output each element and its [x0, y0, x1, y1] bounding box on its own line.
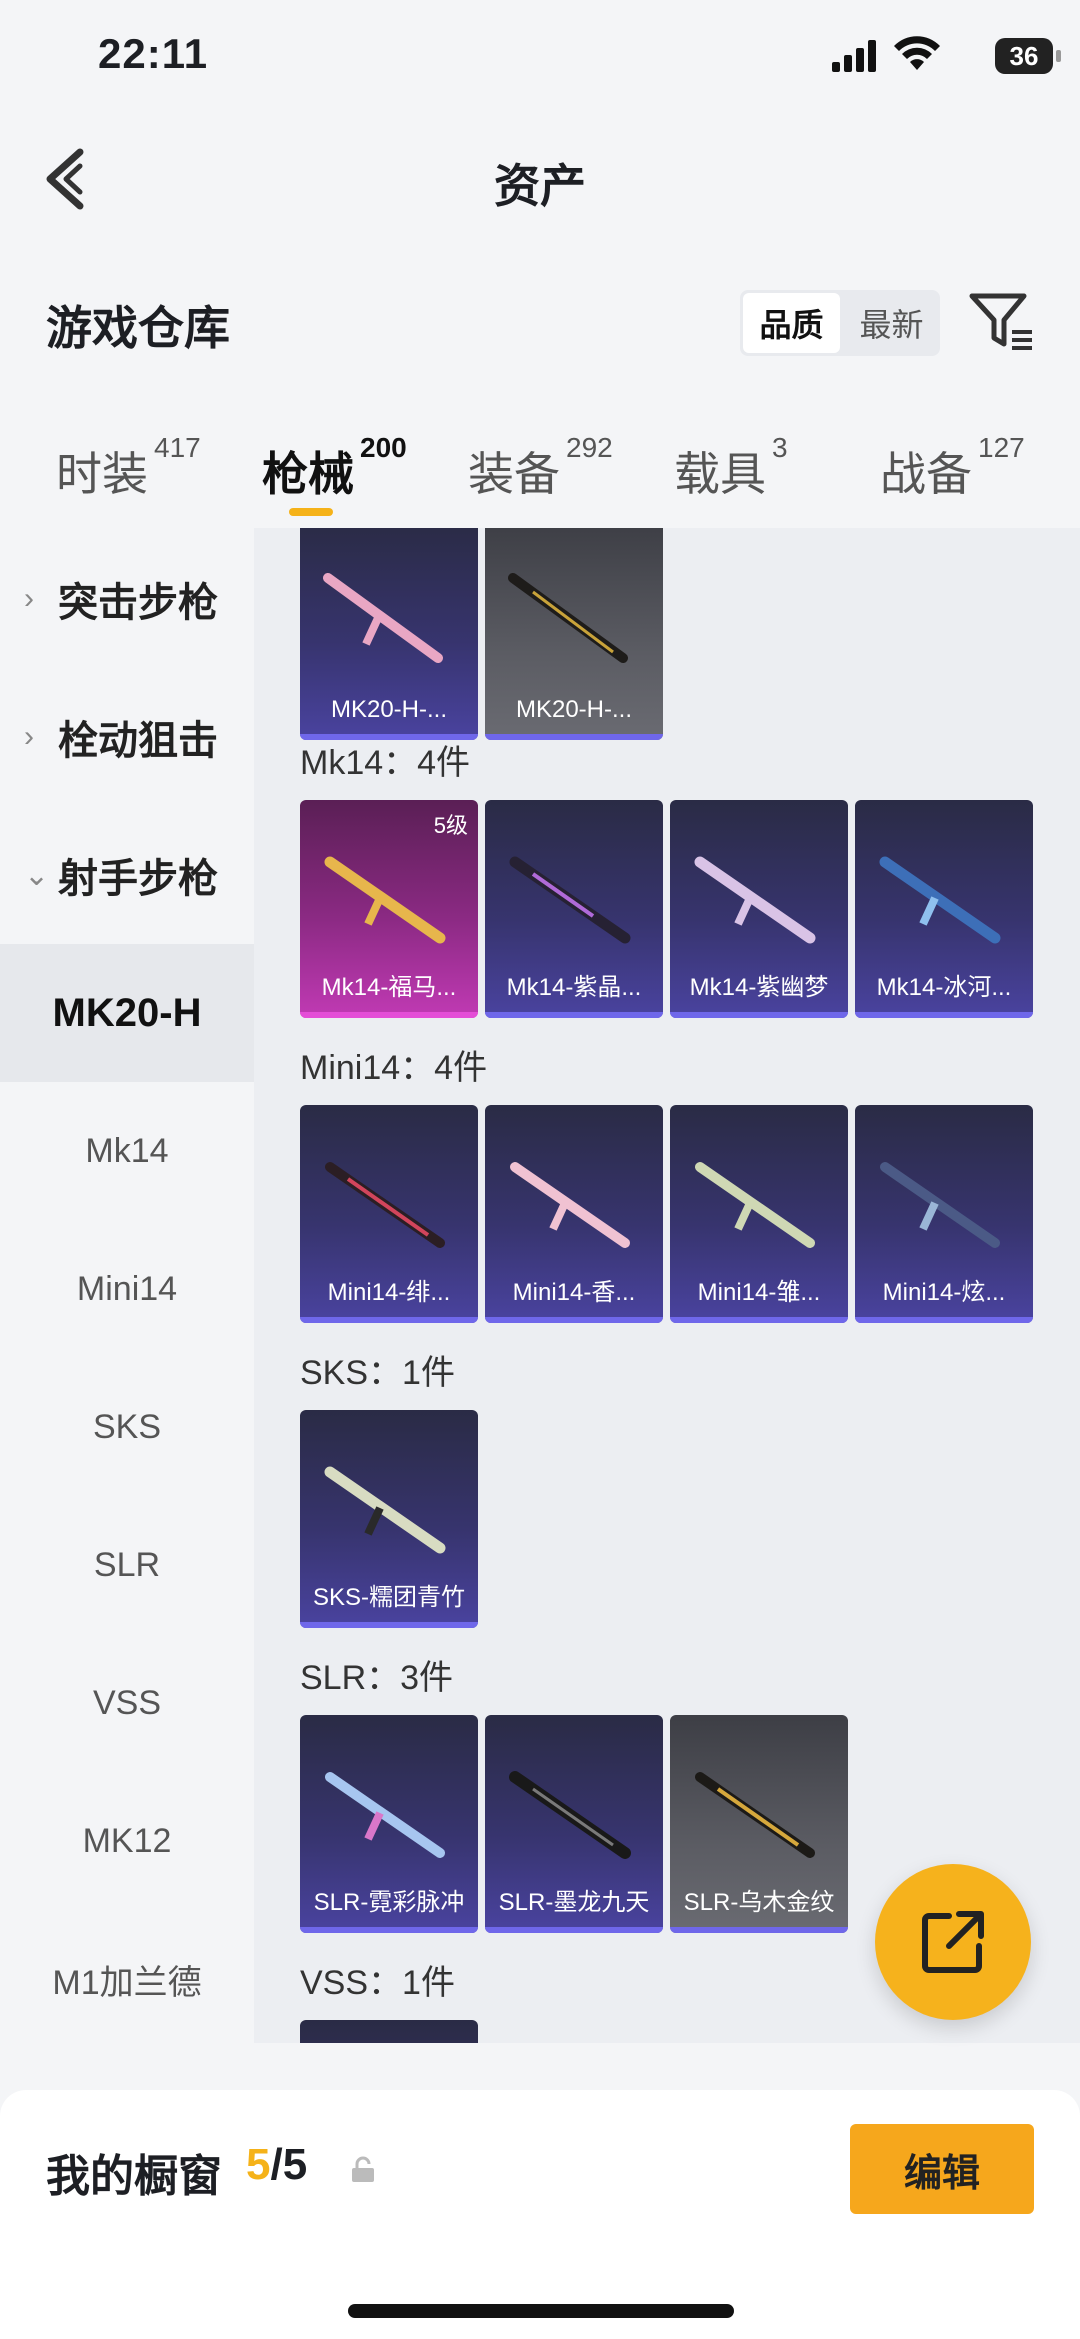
- chevron-right-icon: ›: [24, 720, 34, 753]
- group-label-slr: SLR：3件: [300, 1659, 454, 1697]
- showcase-count: 5/5: [246, 2140, 308, 2189]
- chevron-right-icon: ›: [24, 582, 34, 615]
- sort-quality-button[interactable]: 品质: [743, 293, 840, 353]
- tab-vehicles[interactable]: 载具3: [674, 432, 788, 504]
- weapon-card[interactable]: SLR-霓彩脉冲: [300, 1715, 478, 1933]
- weapon-card[interactable]: Mk14-紫幽梦: [670, 800, 848, 1018]
- weapon-card[interactable]: MK20-H-...: [300, 528, 478, 740]
- sort-segmented-control: 品质 最新: [740, 290, 940, 356]
- showcase-bar: 我的橱窗 5/5 编辑: [0, 2090, 1080, 2339]
- wifi-icon: [894, 36, 940, 70]
- rifle-icon: [323, 573, 443, 663]
- group-label-vss: VSS：1件: [300, 1964, 455, 2002]
- weapon-card[interactable]: Mk14-紫晶...: [485, 800, 663, 1018]
- battery-icon: 36: [995, 38, 1061, 74]
- share-fab-button[interactable]: [875, 1864, 1031, 2020]
- weapon-card[interactable]: [300, 2020, 478, 2043]
- home-indicator: [348, 2304, 734, 2318]
- sidebar-category-dmr[interactable]: ⌄ 射手步枪: [0, 830, 254, 920]
- active-tab-indicator: [289, 508, 333, 516]
- weapon-card[interactable]: Mini14-绯...: [300, 1105, 478, 1323]
- status-time: 22:11: [98, 30, 209, 77]
- chevron-down-icon: ⌄: [24, 858, 50, 892]
- cellular-signal-icon: [832, 40, 876, 72]
- rifle-icon: [325, 1162, 445, 1248]
- tab-tactical[interactable]: 战备127: [880, 432, 1025, 504]
- group-label-sks: SKS：1件: [300, 1354, 455, 1392]
- lock-icon: [352, 2156, 374, 2182]
- filter-icon[interactable]: [968, 290, 1034, 354]
- rifle-icon: [509, 856, 631, 944]
- sidebar-item-mk12[interactable]: MK12: [0, 1772, 254, 1910]
- weapon-card[interactable]: Mini14-炫...: [855, 1105, 1033, 1323]
- weapon-grid: MK20-H-... MK20-H-... Mk14：4件 5级 Mk14-福马…: [254, 528, 1080, 2043]
- rifle-icon: [510, 1162, 630, 1248]
- weapon-card[interactable]: Mini14-雏...: [670, 1105, 848, 1323]
- sidebar-item-sks[interactable]: SKS: [0, 1358, 254, 1496]
- edit-button[interactable]: 编辑: [850, 2124, 1034, 2214]
- group-label-mk14: Mk14：4件: [300, 744, 471, 782]
- weapon-card[interactable]: 5级 Mk14-福马...: [300, 800, 478, 1018]
- rifle-icon: [695, 1162, 815, 1248]
- rifle-icon: [879, 856, 1001, 944]
- rifle-icon: [325, 1772, 445, 1858]
- sidebar-item-mk20h[interactable]: MK20-H: [0, 944, 254, 1082]
- rifle-icon: [324, 1466, 446, 1554]
- rifle-icon: [694, 856, 816, 944]
- group-label-mini14: Mini14：4件: [300, 1049, 488, 1087]
- sidebar-item-mk14[interactable]: Mk14: [0, 1082, 254, 1220]
- rifle-icon: [880, 1162, 1000, 1248]
- sidebar-item-vss[interactable]: VSS: [0, 1634, 254, 1772]
- sidebar-category-bolt-sniper[interactable]: › 栓动狙击: [0, 692, 254, 782]
- section-title: 游戏仓库: [46, 302, 230, 354]
- weapon-card[interactable]: SLR-乌木金纹: [670, 1715, 848, 1933]
- sort-latest-button[interactable]: 最新: [843, 290, 940, 356]
- weapon-card[interactable]: Mini14-香...: [485, 1105, 663, 1323]
- sidebar-item-mini14[interactable]: Mini14: [0, 1220, 254, 1358]
- weapon-card[interactable]: SLR-墨龙九天: [485, 1715, 663, 1933]
- tab-fashion[interactable]: 时装417: [56, 432, 201, 504]
- weapon-sidebar: › 突击步枪 › 栓动狙击 ⌄ 射手步枪 MK20-H Mk14 Mini14 …: [0, 528, 254, 2048]
- rifle-icon: [324, 856, 446, 944]
- weapon-card[interactable]: Mk14-冰河...: [855, 800, 1033, 1018]
- share-external-icon: [922, 1911, 984, 1973]
- rifle-icon: [695, 1772, 815, 1858]
- status-bar: 22:11 36: [0, 0, 1080, 120]
- page-title: 资产: [494, 160, 586, 212]
- rifle-icon: [508, 573, 628, 663]
- showcase-label: 我的橱窗: [46, 2152, 222, 2201]
- rifle-icon: [509, 1771, 631, 1859]
- category-tabs: 时装417 枪械200 装备292 载具3 战备127: [0, 428, 1080, 528]
- sidebar-category-assault-rifle[interactable]: › 突击步枪: [0, 554, 254, 644]
- weapon-card[interactable]: MK20-H-...: [485, 528, 663, 740]
- weapon-card[interactable]: SKS-糯团青竹: [300, 1410, 478, 1628]
- tab-firearms[interactable]: 枪械200: [262, 432, 407, 504]
- sidebar-item-slr[interactable]: SLR: [0, 1496, 254, 1634]
- tab-equipment[interactable]: 装备292: [468, 432, 613, 504]
- sidebar-item-m1-garand[interactable]: M1加兰德: [0, 1910, 254, 2048]
